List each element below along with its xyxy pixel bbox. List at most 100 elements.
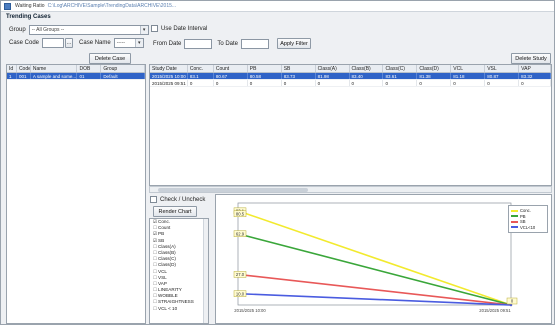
table-cell: 83.1 — [188, 73, 214, 79]
case-name-label: Case Name — [79, 40, 111, 46]
studies-column-header[interactable]: VCL — [451, 65, 486, 72]
table-cell: 81.38 — [417, 73, 452, 79]
legend-swatch — [511, 215, 518, 218]
cases-grid-header: Id Code Name DOB Group — [7, 65, 145, 73]
studies-column-header[interactable]: Class(C) — [383, 65, 418, 72]
delete-study-button[interactable]: Delete Study — [511, 53, 551, 64]
to-date-input[interactable] — [241, 38, 270, 49]
series-line — [237, 273, 512, 306]
group-row: Group -- All Groups -- ▾ — [9, 25, 149, 35]
table-cell: 80.58 — [248, 73, 282, 79]
studies-column-header[interactable]: VSL — [485, 65, 520, 72]
cases-column-header[interactable]: DOB — [77, 65, 102, 72]
table-cell: 0 — [519, 80, 551, 86]
table-cell: 0 — [282, 80, 316, 86]
series-list-scrollbar[interactable] — [203, 219, 208, 323]
table-row[interactable]: 2015/2025 09:51 0 0 0 0 0 0 0 0 0 0 0 — [150, 80, 551, 87]
studies-grid[interactable]: Study Date Conc. Count PB SB Class(A) Class(B)… — [149, 64, 552, 186]
studies-column-header[interactable]: PB — [248, 65, 282, 72]
table-cell: 0 — [248, 80, 282, 86]
table-cell: Default — [101, 73, 145, 79]
table-cell: 0 — [383, 80, 418, 86]
studies-horizontal-scrollbar[interactable] — [149, 186, 552, 193]
scrollbar-thumb[interactable] — [158, 188, 308, 192]
table-cell: 1 — [7, 73, 17, 79]
table-cell: A sample and some... — [32, 73, 78, 79]
value-label: 80.5 — [236, 211, 245, 216]
legend-label: VCL<10 — [520, 224, 536, 230]
series-option[interactable]: VCL < 10 — [150, 306, 208, 312]
table-cell: 81.18 — [451, 73, 486, 79]
studies-column-header[interactable]: Class(B) — [350, 65, 384, 72]
check-uncheck-label: Check / Uncheck — [160, 196, 206, 203]
trend-chart-svg: 83.180.562.927.010.002015/2025 10:002015… — [233, 202, 518, 313]
date-filter-row: From Date To Date Apply Filter — [153, 38, 312, 49]
cases-grid[interactable]: Id Code Name DOB Group 1 001 A sample and some… — [6, 64, 146, 324]
use-date-interval-checkbox[interactable] — [151, 25, 158, 32]
legend-swatch — [511, 220, 518, 223]
table-cell: 0 — [417, 80, 452, 86]
date-interval-row: Use Date Interval — [151, 25, 210, 32]
group-select[interactable]: -- All Groups -- ▾ — [28, 25, 149, 35]
series-checklist[interactable]: Conc.CountPBSBClass(A)Class(B)Class(C)Cl… — [149, 218, 209, 324]
cases-column-header[interactable]: Group — [101, 65, 145, 72]
group-label: Group — [9, 27, 26, 33]
table-cell: 80.87 — [485, 73, 520, 79]
table-cell: 0 — [485, 80, 520, 86]
studies-grid-body: 2015/2025 10:00 83.1 80.67 80.58 83.73 81.98 8… — [150, 73, 551, 87]
render-chart-button[interactable]: Render Chart — [153, 206, 197, 217]
app-icon — [4, 2, 11, 10]
legend-swatch — [511, 226, 518, 229]
studies-column-header[interactable]: Count — [214, 65, 248, 72]
legend-item: VCL<10 — [511, 225, 545, 231]
cases-column-header[interactable]: Code — [17, 65, 31, 72]
series-line — [237, 232, 512, 306]
table-cell: 0 — [214, 80, 248, 86]
window-title: Waiting Ratio — [15, 3, 45, 9]
apply-filter-button[interactable]: Apply Filter — [277, 38, 312, 49]
cases-column-header[interactable]: Name — [31, 65, 78, 72]
table-row[interactable]: 1 001 A sample and some... 01 Default — [7, 73, 145, 80]
check-uncheck-row: Check / Uncheck — [150, 196, 208, 203]
chevron-down-icon[interactable]: ▾ — [134, 39, 143, 47]
case-code-label: Case Code — [9, 40, 40, 46]
check-uncheck-checkbox[interactable] — [150, 196, 157, 203]
studies-column-header[interactable]: Study Date — [150, 65, 188, 72]
value-label: 27.0 — [236, 272, 245, 277]
studies-column-header[interactable]: Conc. — [188, 65, 214, 72]
value-label: 62.9 — [236, 231, 245, 236]
studies-column-header[interactable]: VAP — [519, 65, 551, 72]
studies-column-header[interactable]: Class(A) — [316, 65, 350, 72]
table-cell: 01 — [77, 73, 102, 79]
use-date-interval-label: Use Date Interval — [161, 25, 208, 32]
table-cell: 83.73 — [282, 73, 316, 79]
case-code-row: Case Code ... Case Name ----- ▾ — [9, 38, 144, 48]
series-line — [237, 210, 512, 306]
table-cell: 001 — [17, 73, 31, 79]
legend-label: SB — [520, 219, 526, 225]
from-date-label: From Date — [153, 40, 182, 47]
table-row[interactable]: 2015/2025 10:00 83.1 80.67 80.58 83.73 81.98 8… — [150, 73, 551, 80]
cases-column-header[interactable]: Id — [7, 65, 17, 72]
chevron-down-icon[interactable]: ▾ — [139, 26, 148, 34]
case-code-input[interactable] — [42, 38, 65, 48]
studies-column-header[interactable]: Class(D) — [417, 65, 452, 72]
case-name-select[interactable]: ----- ▾ — [113, 38, 144, 48]
table-cell: 2015/2025 09:51 — [150, 80, 188, 86]
case-code-browse-button[interactable]: ... — [65, 38, 74, 48]
series-line — [237, 292, 512, 306]
app-window: Waiting Ratio C:\Log\ARCHIVE\Sample\Tren… — [0, 0, 555, 325]
value-label: 10.0 — [236, 291, 245, 296]
studies-column-header[interactable]: SB — [282, 65, 316, 72]
table-cell: 83.32 — [519, 73, 551, 79]
section-label: Trending Cases — [6, 14, 51, 20]
legend-label: PB — [520, 213, 526, 219]
table-cell: 2015/2025 10:00 — [150, 73, 188, 79]
legend-swatch — [511, 209, 518, 212]
title-bar: Waiting Ratio C:\Log\ARCHIVE\Sample\Tren… — [1, 1, 554, 12]
chart-controls: Check / Uncheck Render Chart Conc.CountP… — [149, 194, 213, 324]
chart-legend: Conc. PB SB VCL<10 — [508, 205, 548, 233]
from-date-input[interactable] — [184, 38, 213, 49]
delete-case-button[interactable]: Delete Case — [89, 53, 131, 64]
table-cell: 80.67 — [214, 73, 248, 79]
